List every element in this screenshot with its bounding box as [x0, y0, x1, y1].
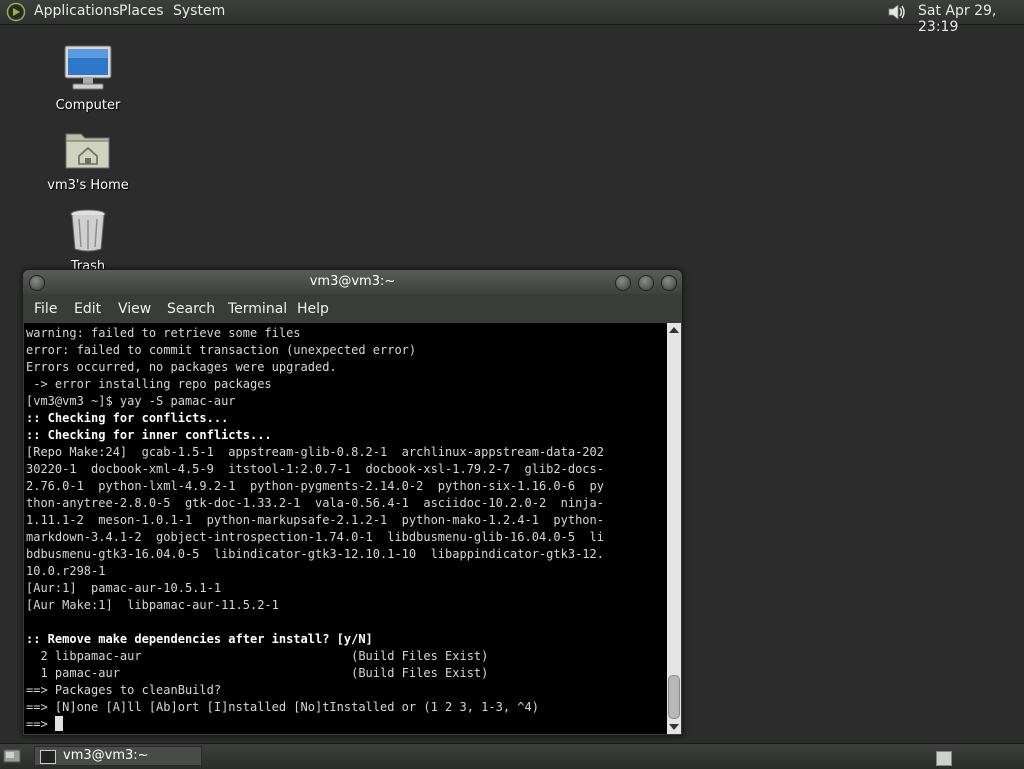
terminal-line: 10.0.r298-1 [26, 564, 106, 578]
menu-places[interactable]: Places [119, 3, 164, 19]
menu-help[interactable]: Help [297, 301, 329, 317]
terminal-line: 2.76.0-1 python-lxml-4.9.2-1 python-pygm… [26, 479, 604, 493]
terminal-line: -> error installing repo packages [26, 377, 272, 391]
terminal-text: warning: failed to retrieve some files e… [24, 323, 667, 733]
terminal-line: :: Remove make dependencies after instal… [26, 632, 373, 646]
terminal-line: bdbusmenu-gtk3-16.04.0-5 libindicator-gt… [26, 547, 604, 561]
terminal-line: ==> Packages to cleanBuild? [26, 683, 222, 697]
window-titlebar[interactable]: vm3@vm3:~ [23, 270, 682, 294]
terminal-line: :: Checking for inner conflicts... [26, 428, 272, 442]
terminal-line: ==> [26, 717, 55, 731]
desktop-icon-computer[interactable]: Computer [38, 44, 138, 113]
terminal-icon [40, 750, 56, 764]
terminal-line: [vm3@vm3 ~]$ yay -S pamac-aur [26, 394, 236, 408]
workspace-switcher-icon[interactable] [936, 751, 952, 766]
terminal-line: error: failed to commit transaction (une… [26, 343, 417, 357]
trash-icon [70, 209, 106, 252]
terminal-line: [Repo Make:24] gcab-1.5-1 appstream-glib… [26, 445, 604, 459]
terminal-cursor [54, 716, 63, 731]
terminal-line: 2 libpamac-aur (Build Files Exist) [26, 649, 489, 663]
show-desktop-icon[interactable] [3, 748, 21, 764]
clock[interactable]: Sat Apr 29, 23:19 [918, 3, 1024, 35]
scrollbar-thumb[interactable] [668, 675, 680, 719]
menu-applications[interactable]: Applications [34, 3, 120, 19]
desktop-icon-label: Computer [55, 98, 121, 113]
distro-logo-icon[interactable] [6, 2, 26, 22]
computer-icon [64, 45, 112, 90]
menu-edit[interactable]: Edit [74, 301, 101, 317]
terminal-scrollbar[interactable] [667, 323, 681, 734]
minimize-button[interactable] [615, 275, 631, 291]
menu-search[interactable]: Search [167, 301, 215, 317]
desktop-icon-home[interactable]: vm3's Home [38, 126, 138, 193]
window-title: vm3@vm3:~ [309, 274, 396, 289]
menu-view[interactable]: View [118, 301, 151, 317]
close-button[interactable] [661, 275, 677, 291]
terminal-menubar: File Edit View Search Terminal Help [23, 295, 682, 323]
scroll-up-icon[interactable] [669, 327, 679, 333]
terminal-line: ==> [N]one [A]ll [Ab]ort [I]nstalled [No… [26, 700, 539, 714]
terminal-line: [Aur Make:1] libpamac-aur-11.5.2-1 [26, 598, 279, 612]
terminal-line: thon-anytree-2.8.0-5 gtk-doc-1.33.2-1 va… [26, 496, 604, 510]
terminal-output[interactable]: warning: failed to retrieve some files e… [24, 323, 667, 734]
taskbar-item-terminal[interactable]: vm3@vm3:~ [34, 746, 202, 766]
bottom-panel: vm3@vm3:~ [0, 743, 1024, 769]
terminal-line: [Aur:1] pamac-aur-10.5.1-1 [26, 581, 222, 595]
menu-system[interactable]: System [173, 3, 225, 19]
desktop-icon-trash[interactable]: Trash [38, 207, 138, 274]
terminal-line: markdown-3.4.1-2 gobject-introspection-1… [26, 530, 604, 544]
terminal-window[interactable]: vm3@vm3:~ File Edit View Search Terminal… [22, 269, 683, 736]
terminal-line: warning: failed to retrieve some files [26, 326, 301, 340]
top-panel: Applications Places System Sat Apr 29, 2… [0, 0, 1024, 35]
desktop-icon-label: vm3's Home [47, 178, 129, 193]
volume-icon[interactable] [886, 2, 908, 22]
terminal-line: Errors occurred, no packages were upgrad… [26, 360, 337, 374]
terminal-line: :: Checking for conflicts... [26, 411, 229, 425]
maximize-button[interactable] [638, 275, 654, 291]
menu-terminal[interactable]: Terminal [228, 301, 287, 317]
terminal-line: 30220-1 docbook-xml-4.5-9 itstool-1:2.0.… [26, 462, 604, 476]
taskbar-item-label: vm3@vm3:~ [63, 748, 149, 763]
terminal-line: 1.11.1-2 meson-1.0.1-1 python-markupsafe… [26, 513, 604, 527]
terminal-line: 1 pamac-aur (Build Files Exist) [26, 666, 489, 680]
home-folder-icon [65, 133, 110, 169]
scroll-down-icon[interactable] [669, 724, 679, 730]
menu-file[interactable]: File [34, 301, 57, 317]
